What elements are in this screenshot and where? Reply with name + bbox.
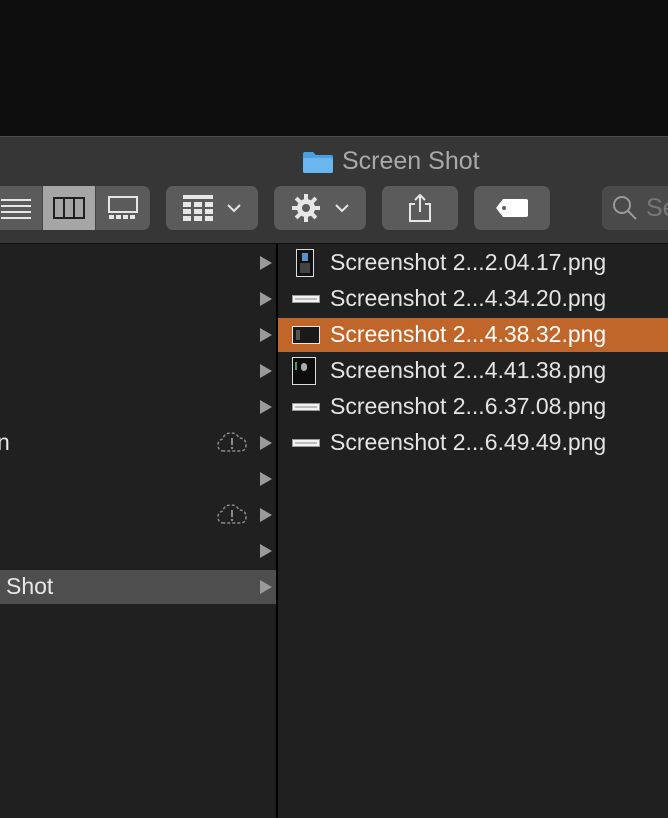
search-field[interactable]: Se <box>602 186 668 230</box>
file-row[interactable]: Screenshot 2...6.49.49.png <box>278 426 668 460</box>
folder-icon <box>303 151 333 173</box>
list-item[interactable] <box>0 246 276 280</box>
list-item[interactable] <box>0 534 276 568</box>
files-column: Screenshot 2...2.04.17.png Screenshot 2.… <box>278 244 668 818</box>
list-view-icon <box>1 199 31 219</box>
file-name: Screenshot 2...6.49.49.png <box>330 429 607 455</box>
tag-icon <box>496 199 528 217</box>
list-view-button[interactable] <box>0 186 43 230</box>
column-view-button[interactable] <box>43 186 96 230</box>
group-by-button[interactable] <box>166 186 258 230</box>
disclosure-triangle-icon <box>260 364 272 378</box>
file-name: Screenshot 2...4.34.20.png <box>330 285 607 311</box>
list-item[interactable] <box>0 318 276 352</box>
disclosure-triangle-icon <box>260 544 272 558</box>
image-thumbnail-icon <box>292 295 320 303</box>
gear-icon <box>292 194 320 222</box>
column-view-icon <box>53 197 85 219</box>
gallery-view-icon <box>107 196 138 219</box>
share-icon <box>409 193 431 222</box>
disclosure-triangle-icon <box>260 580 272 594</box>
image-thumbnail-icon <box>292 357 316 385</box>
file-row[interactable]: Screenshot 2...4.34.20.png <box>278 282 668 316</box>
window-title-text: Screen Shot <box>342 147 480 175</box>
list-item[interactable] <box>0 462 276 496</box>
chevron-down-icon <box>227 204 241 213</box>
view-mode-segmented-control[interactable] <box>0 186 150 230</box>
file-name: Screenshot 2...4.38.32.png <box>330 321 607 347</box>
list-item[interactable]: n <box>0 426 276 460</box>
titlebar: Screen Shot S <box>0 136 668 244</box>
disclosure-triangle-icon <box>260 292 272 306</box>
search-placeholder: Se <box>646 193 668 222</box>
search-icon <box>613 196 637 220</box>
disclosure-triangle-icon <box>260 328 272 342</box>
share-button[interactable] <box>382 186 458 230</box>
file-name: Screenshot 2...6.37.08.png <box>330 393 607 419</box>
gallery-view-button[interactable] <box>96 186 149 230</box>
cloud-alert-icon <box>217 504 247 524</box>
list-item[interactable] <box>0 498 276 532</box>
image-thumbnail-icon <box>292 439 320 447</box>
disclosure-triangle-icon <box>260 400 272 414</box>
list-item-selected[interactable]: Shot <box>0 570 276 604</box>
image-thumbnail-icon <box>292 326 320 344</box>
tag-button[interactable] <box>474 186 550 230</box>
finder-window: Screen Shot S n Shot Screenshot 2...2.04… <box>0 136 668 818</box>
file-name: Screenshot 2...4.41.38.png <box>330 357 607 383</box>
file-row[interactable]: Screenshot 2...2.04.17.png <box>278 246 668 280</box>
parent-column: n Shot <box>0 244 276 818</box>
file-row-selected[interactable]: Screenshot 2...4.38.32.png <box>278 318 668 352</box>
window-title: Screen Shot <box>302 147 480 176</box>
file-row[interactable]: Screenshot 2...4.41.38.png <box>278 354 668 388</box>
list-item[interactable] <box>0 354 276 388</box>
chevron-down-icon <box>335 204 349 213</box>
image-thumbnail-icon <box>292 403 320 411</box>
group-by-icon <box>183 195 213 221</box>
disclosure-triangle-icon <box>260 436 272 450</box>
action-button[interactable] <box>274 186 366 230</box>
file-row[interactable]: Screenshot 2...6.37.08.png <box>278 390 668 424</box>
image-thumbnail-icon <box>296 249 314 277</box>
cloud-alert-icon <box>217 432 247 452</box>
file-name: Screenshot 2...2.04.17.png <box>330 249 607 275</box>
disclosure-triangle-icon <box>260 472 272 486</box>
disclosure-triangle-icon <box>260 256 272 270</box>
list-item[interactable] <box>0 282 276 316</box>
list-item[interactable] <box>0 390 276 424</box>
disclosure-triangle-icon <box>260 508 272 522</box>
